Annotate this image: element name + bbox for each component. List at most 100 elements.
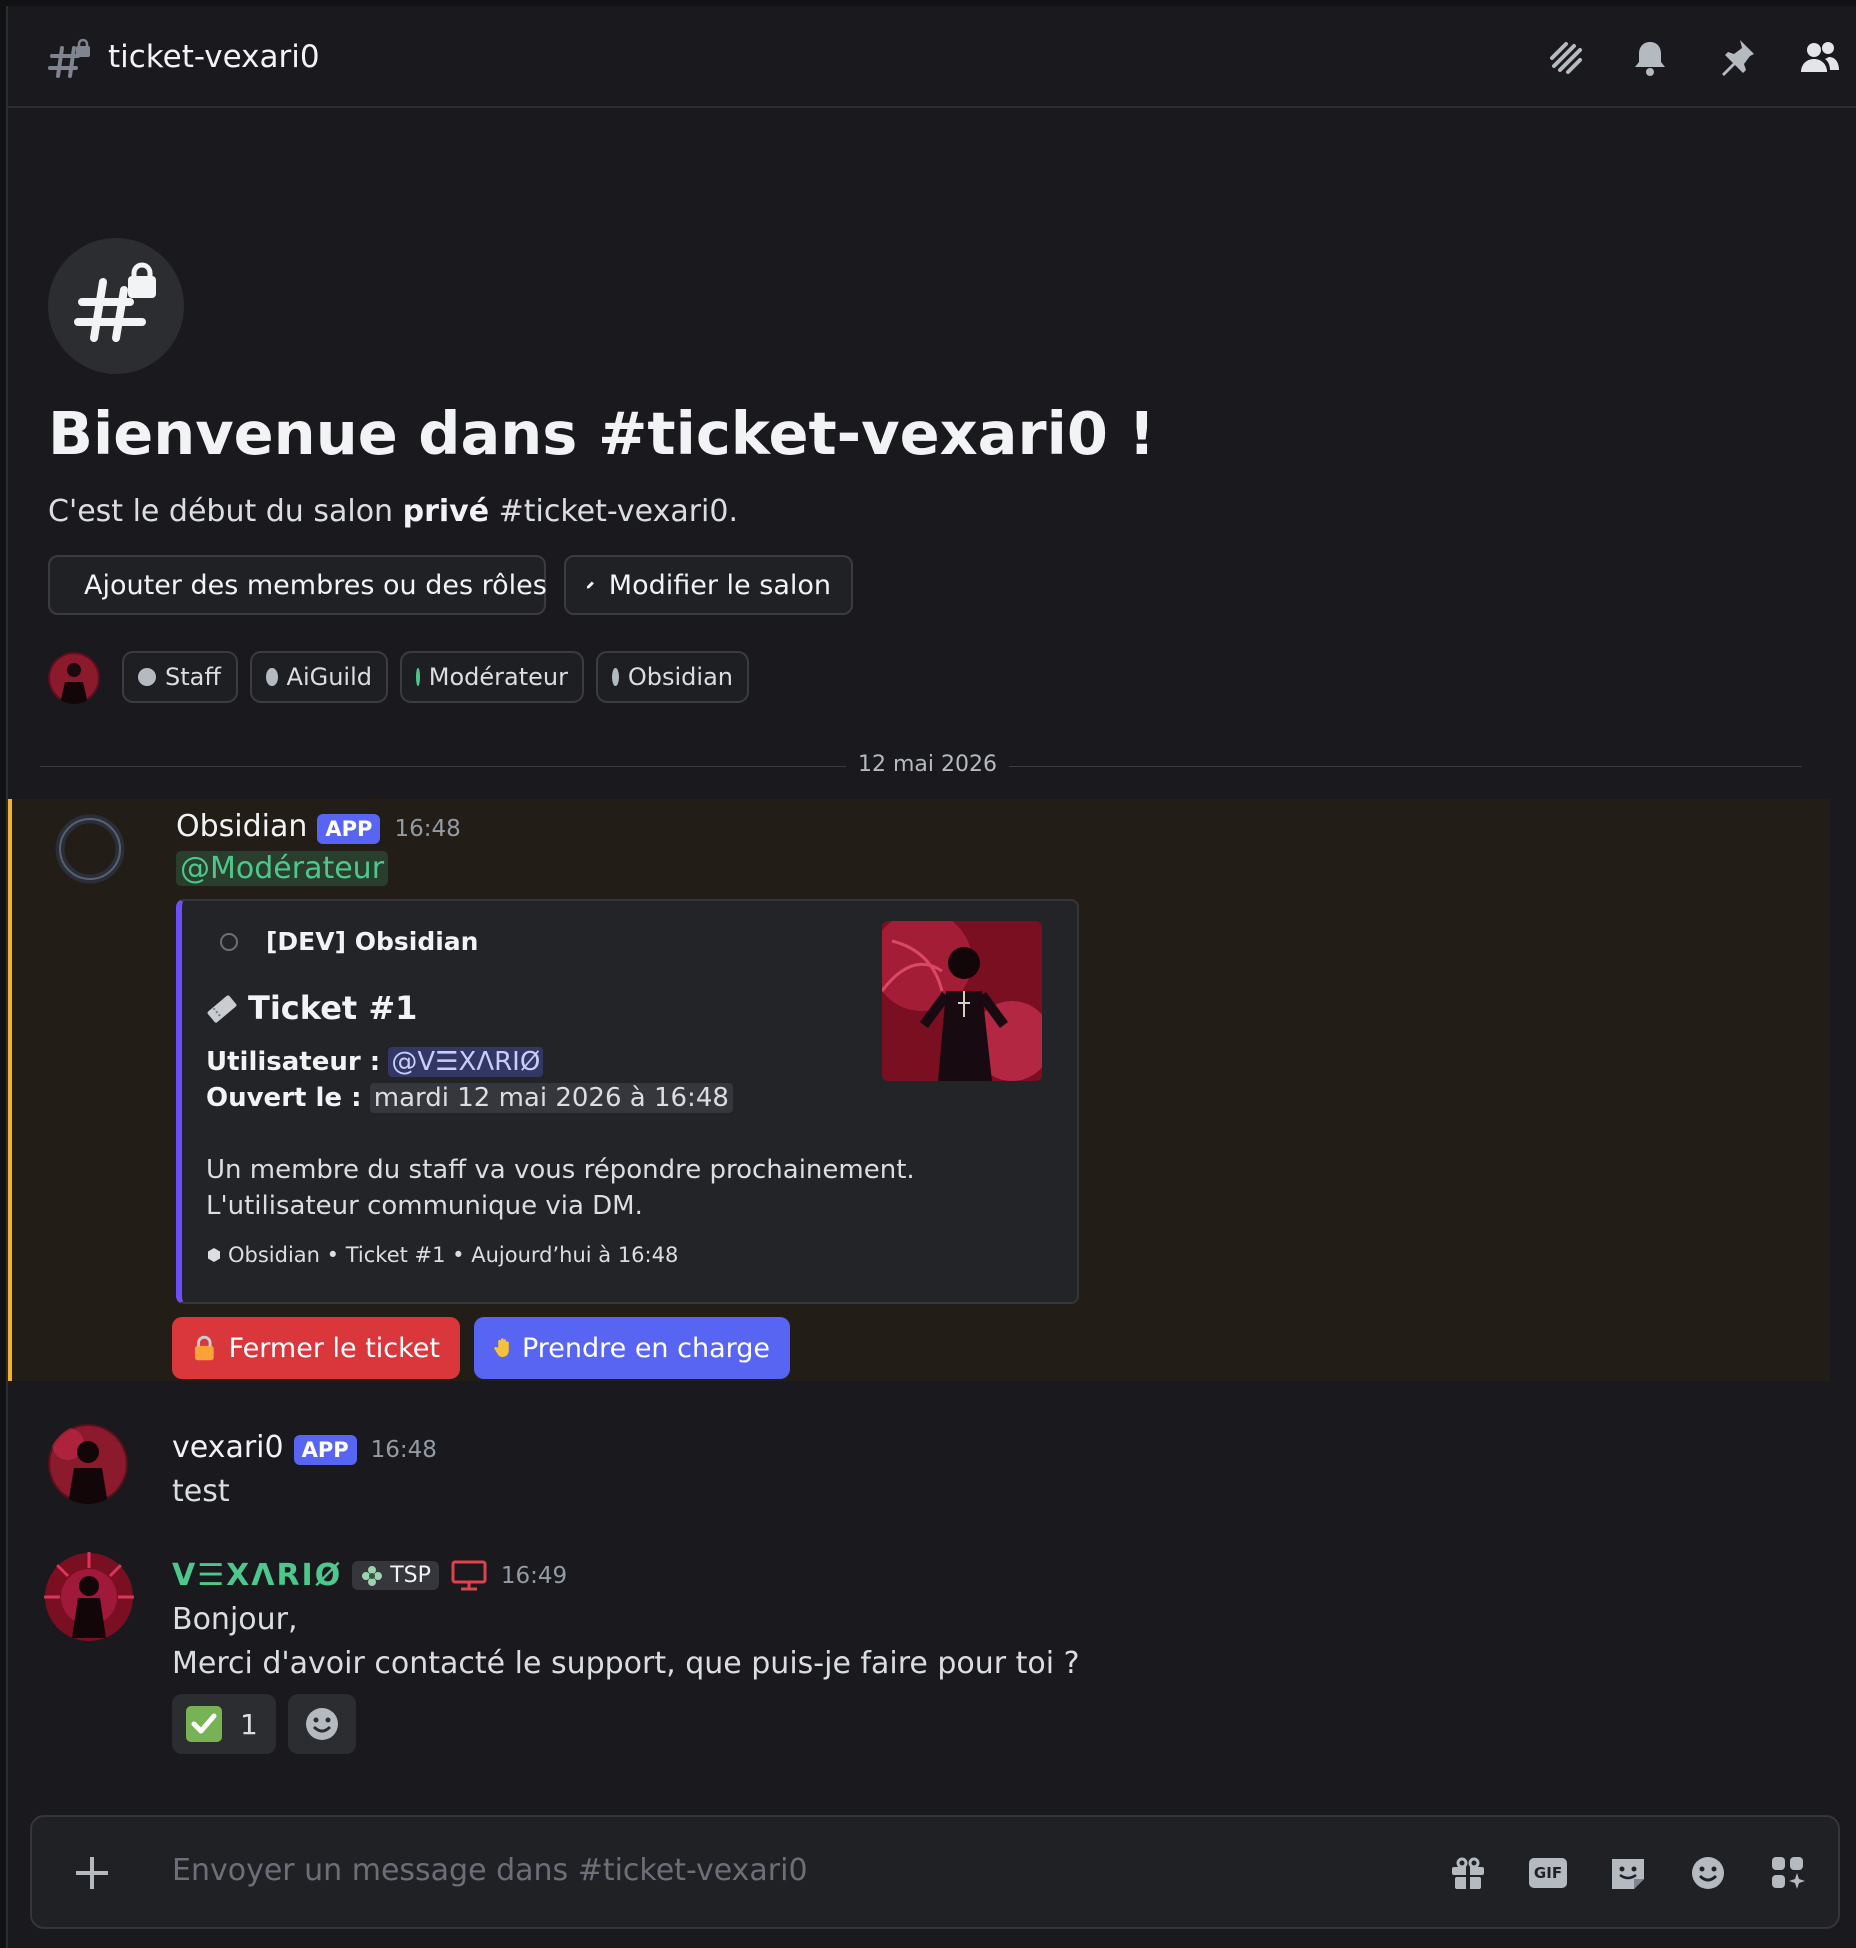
obsidian-ring-avatar [55, 814, 125, 884]
embed-field-opened: Ouvert le : mardi 12 mai 2026 à 16:48 [206, 1083, 733, 1113]
avatar[interactable] [48, 652, 100, 704]
avatar[interactable] [44, 1552, 134, 1642]
username[interactable]: Obsidian [176, 809, 307, 844]
role-name: AiGuild [286, 663, 372, 691]
close-ticket-label: Fermer le ticket [228, 1332, 440, 1364]
ticket-embed: [DEV] Obsidian Ticket #1 Utilisateur : @… [176, 899, 1079, 1304]
username[interactable]: vexari0 [172, 1430, 284, 1465]
user-mention[interactable]: @V☰XΛRIØ [388, 1047, 544, 1077]
welcome-subtitle: C'est le début du salon privé #ticket-ve… [48, 494, 738, 529]
channel-header: ticket-vexari0 [8, 6, 1856, 108]
app-tag: APP [317, 814, 381, 844]
channel-title: ticket-vexari0 [108, 39, 320, 75]
edit-channel-label: Modifier le salon [608, 569, 831, 601]
server-tag-label: TSP [390, 1563, 431, 1588]
private-channel-icon [48, 38, 90, 78]
username[interactable]: V☰XΛRIØ [172, 1558, 342, 1593]
message-text-line: Merci d'avoir contacté le support, que p… [172, 1646, 1080, 1681]
server-tag[interactable]: TSP [352, 1561, 439, 1590]
role-mention[interactable]: @Modérateur [176, 851, 389, 886]
private-channel-icon [74, 262, 156, 342]
embed-footer-text: Obsidian • Ticket #1 • Aujourd’hui à 16:… [228, 1243, 679, 1267]
reaction-count: 1 [240, 1707, 258, 1741]
claim-ticket-label: Prendre en charge [521, 1332, 770, 1364]
footer-icon [208, 1248, 220, 1262]
gif-icon: GIF [1528, 1858, 1568, 1888]
app-tag: APP [293, 1435, 357, 1465]
embed-description-line: L'utilisateur communique via DM. [206, 1191, 643, 1221]
timestamp: 16:49 [500, 1562, 568, 1589]
claim-ticket-button[interactable]: Prendre en charge [474, 1317, 790, 1379]
avatar[interactable] [48, 1424, 128, 1504]
channel-welcome-icon [48, 238, 184, 374]
sticker-icon[interactable] [1606, 1851, 1650, 1895]
pin-icon[interactable] [1714, 36, 1758, 80]
role-chip-obsidian[interactable]: Obsidian [596, 651, 749, 703]
emoji-smile-icon [306, 1708, 338, 1740]
user-avatar-image [44, 1552, 134, 1641]
message-content: @Modérateur [176, 851, 389, 886]
field-label: Ouvert le : [206, 1083, 362, 1113]
role-color-dot [612, 668, 619, 686]
lock-icon [194, 1335, 214, 1361]
opened-date: mardi 12 mai 2026 à 16:48 [369, 1083, 733, 1113]
role-chip-moderateur[interactable]: Modérateur [400, 651, 584, 703]
message-input[interactable]: Envoyer un message dans #ticket-vexari0 [172, 1853, 808, 1888]
user-avatar-image [48, 652, 100, 704]
emoji-icon[interactable] [1686, 1851, 1730, 1895]
message-header: vexari0 APP 16:48 [172, 1430, 437, 1465]
role-color-dot [266, 668, 278, 686]
notification-bell-icon[interactable] [1628, 36, 1672, 80]
welcome-subtitle-suffix: #ticket-vexari0. [489, 494, 738, 529]
welcome-subtitle-prefix: C'est le début du salon [48, 494, 403, 529]
embed-title: Ticket #1 [248, 989, 418, 1027]
message-text-line: Bonjour, [172, 1602, 298, 1637]
welcome-title: Bienvenue dans #ticket-vexari0 ! [48, 399, 1156, 468]
raised-hand-icon [494, 1338, 509, 1357]
avatar[interactable] [50, 809, 130, 889]
role-color-dot [416, 668, 420, 686]
ticket-icon [207, 995, 237, 1023]
message-text: test [172, 1474, 230, 1509]
pencil-icon [586, 581, 594, 589]
check-mark-icon [186, 1706, 222, 1742]
embed-field-user: Utilisateur : @V☰XΛRIØ [206, 1047, 544, 1077]
gif-button[interactable]: GIF [1526, 1851, 1570, 1895]
embed-author-icon [220, 933, 238, 951]
flower-icon [362, 1565, 383, 1586]
role-color-dot [138, 668, 156, 686]
embed-description-line: Un membre du staff va vous répondre proc… [206, 1155, 915, 1185]
timestamp: 16:48 [370, 1437, 437, 1463]
threads-icon[interactable] [1544, 36, 1588, 80]
add-members-label: Ajouter des membres ou des rôles [84, 569, 547, 601]
anime-character-thumbnail [882, 921, 1042, 1081]
role-chip-staff[interactable]: Staff [122, 651, 238, 703]
add-members-button[interactable]: Ajouter des membres ou des rôles [48, 555, 547, 615]
field-label: Utilisateur : [206, 1047, 381, 1077]
channel-view: ticket-vexari0 Bienvenue dans #ticket-ve… [6, 6, 1856, 1948]
message-header: V☰XΛRIØ TSP 16:49 [172, 1558, 567, 1593]
role-name: Staff [165, 663, 221, 691]
user-avatar-image [48, 1424, 128, 1504]
plus-icon[interactable] [70, 1851, 114, 1895]
edit-channel-button[interactable]: Modifier le salon [564, 555, 853, 615]
add-reaction-button[interactable] [288, 1694, 356, 1754]
date-divider-label: 12 mai 2026 [846, 752, 1009, 777]
close-ticket-button[interactable]: Fermer le ticket [172, 1317, 460, 1379]
message-header: Obsidian APP 16:48 [176, 809, 461, 844]
timestamp: 16:48 [394, 816, 461, 842]
desktop-icon [451, 1560, 487, 1590]
message-composer: Envoyer un message dans #ticket-vexari0 … [30, 1815, 1840, 1929]
apps-icon[interactable] [1766, 1851, 1810, 1895]
members-icon[interactable] [1798, 36, 1842, 80]
message-highlighted: Obsidian APP 16:48 @Modérateur [DEV] Obsid… [8, 799, 1830, 1381]
embed-thumbnail[interactable] [882, 921, 1042, 1081]
gift-icon[interactable] [1446, 1851, 1490, 1895]
role-name: Modérateur [428, 663, 568, 691]
embed-author[interactable]: [DEV] Obsidian [266, 927, 478, 956]
role-name: Obsidian [627, 663, 733, 691]
reaction-checkmark[interactable]: 1 [172, 1694, 276, 1754]
role-chip-aiguild[interactable]: AiGuild [250, 651, 388, 703]
embed-footer: Obsidian • Ticket #1 • Aujourd’hui à 16:… [206, 1243, 678, 1267]
welcome-subtitle-bold: privé [402, 494, 490, 529]
